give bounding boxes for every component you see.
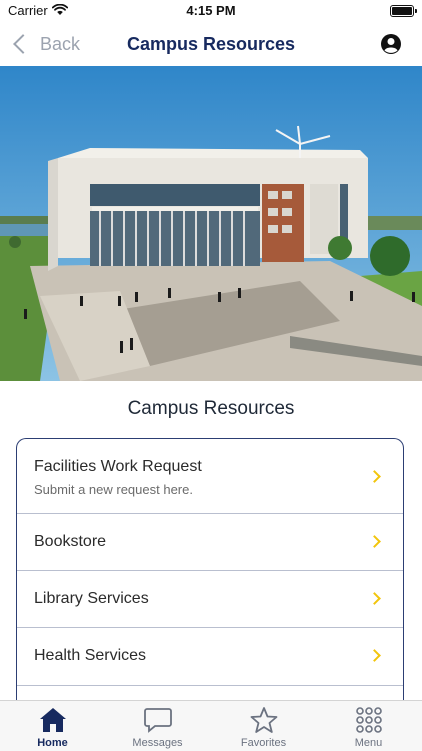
tab-menu[interactable]: Menu [316,701,421,751]
list-item-facilities-work-request[interactable]: Facilities Work Request Submit a new req… [17,439,403,514]
chevron-right-icon [368,470,381,483]
list-item-health-services[interactable]: Health Services [17,627,403,686]
tab-label: Favorites [240,737,287,749]
tab-messages[interactable]: Messages [105,701,210,751]
list-item-bookstore[interactable]: Bookstore [17,513,403,571]
status-time: 4:15 PM [186,3,236,18]
list-item-title: Health Services [34,647,147,664]
status-bar: Carrier 4:15 PM [0,0,422,22]
star-icon [250,707,277,733]
tab-label: Menu [354,737,383,749]
section-title: Campus Resources [127,398,295,419]
page-title: Campus Resources [126,34,296,54]
message-icon [143,708,172,733]
tab-home[interactable]: Home [0,701,105,751]
chevron-right-icon [368,592,381,605]
profile-icon[interactable] [380,33,402,55]
grid-icon [355,707,382,733]
resource-list: Facilities Work Request Submit a new req… [16,438,404,738]
hero-image [0,66,422,381]
list-item-title: Library Services [34,590,149,607]
chevron-right-icon [368,535,381,548]
navigation-bar: Back Campus Resources [0,22,422,66]
list-item-title: Facilities Work Request [34,458,202,475]
tab-label: Messages [132,737,183,749]
tab-label: Home [37,737,68,749]
tab-bar: Home Messages Favorites Menu [0,700,422,751]
home-icon [39,708,66,732]
list-item-subtitle: Submit a new request here. [34,482,193,497]
chevron-right-icon [368,649,381,662]
list-item-title: Bookstore [34,533,107,550]
battery-icon [390,5,417,17]
tab-favorites[interactable]: Favorites [211,701,316,751]
list-item-library-services[interactable]: Library Services [17,570,403,628]
